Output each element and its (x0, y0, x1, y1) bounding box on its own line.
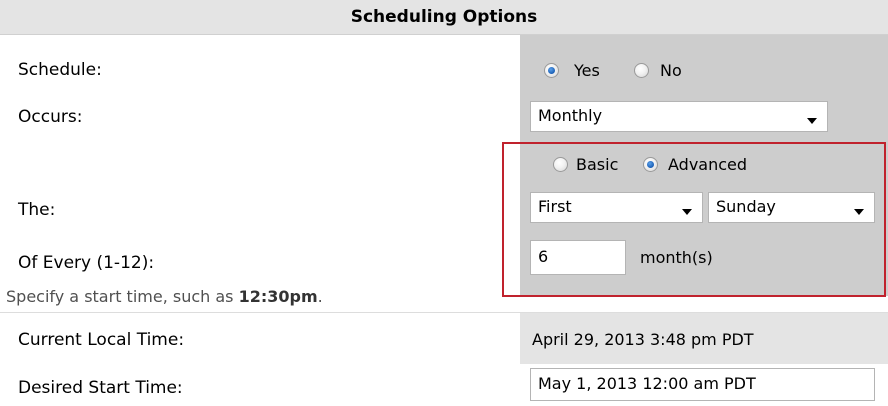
schedule-yes-label[interactable]: Yes (574, 61, 600, 81)
start-time-hint: Specify a start time, such as 12:30pm. (6, 287, 323, 307)
advanced-options-highlight (502, 142, 886, 297)
desired-start-time-value: May 1, 2013 12:00 am PDT (538, 374, 756, 393)
schedule-no-radio[interactable] (634, 63, 649, 78)
the-label: The: (18, 200, 56, 220)
hint-prefix: Specify a start time, such as (6, 287, 239, 306)
occurs-select[interactable]: Monthly (530, 101, 828, 132)
desired-time-label: Desired Start Time: (18, 378, 183, 398)
section-header: Scheduling Options (0, 0, 888, 35)
of-every-label: Of Every (1-12): (18, 253, 155, 273)
desired-start-time-input[interactable]: May 1, 2013 12:00 am PDT (530, 368, 875, 401)
schedule-no-label[interactable]: No (660, 61, 682, 81)
occurs-value: Monthly (538, 106, 603, 125)
current-time-value: April 29, 2013 3:48 pm PDT (532, 330, 754, 349)
current-time-label: Current Local Time: (18, 330, 185, 350)
schedule-label: Schedule: (18, 60, 102, 80)
hint-example: 12:30pm (238, 287, 318, 306)
schedule-yes-radio[interactable] (544, 63, 559, 78)
hint-suffix: . (317, 287, 323, 306)
scheduling-options-form: Scheduling Options Schedule: Yes No Occu… (0, 0, 888, 406)
chevron-down-icon (807, 118, 817, 124)
section-title: Scheduling Options (350, 7, 538, 27)
occurs-label: Occurs: (18, 107, 83, 127)
